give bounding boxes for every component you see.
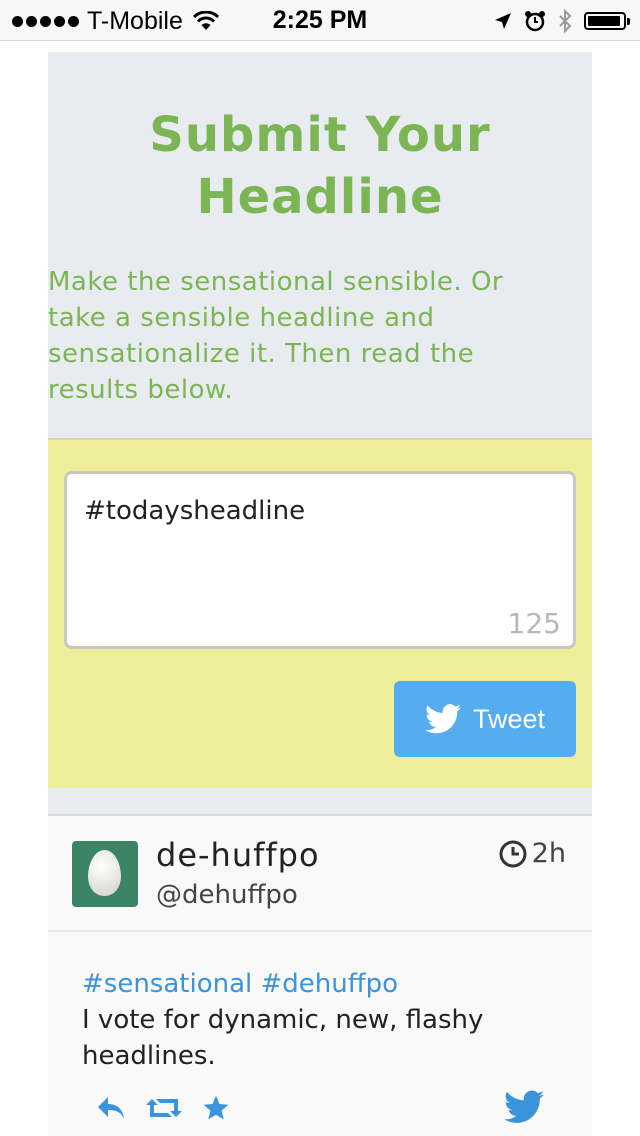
egg-icon [88, 850, 121, 896]
intro-text: Make the sensational sensible. Or take a… [48, 267, 504, 405]
tweet-actions [96, 1094, 230, 1122]
status-right [494, 8, 630, 34]
title-line-1: Submit Your [149, 107, 491, 163]
retweet-icon[interactable] [146, 1095, 182, 1121]
tweet-time: 2h [531, 838, 566, 869]
tweet-hashtags[interactable]: #sensational #dehuffpo [82, 969, 398, 999]
clock-icon [499, 840, 527, 867]
battery-icon [584, 12, 630, 30]
tweet-text: I vote for dynamic, new, flashy headline… [82, 1005, 484, 1071]
status-left: T-Mobile [12, 6, 219, 35]
tweet-header: de-huffpo @dehuffpo 2h [48, 816, 592, 932]
signal-dots-icon [12, 15, 79, 27]
tweet-author-handle[interactable]: @dehuffpo [156, 880, 298, 910]
tweet-button[interactable]: Tweet [394, 681, 576, 757]
compose-panel: #todaysheadline 125 Tweet [48, 438, 592, 788]
tweet-author-name[interactable]: de-huffpo [156, 836, 320, 874]
alarm-icon [525, 11, 545, 32]
reply-icon[interactable] [96, 1095, 126, 1121]
twitter-logo-icon[interactable] [504, 1090, 544, 1124]
tweet-timestamp[interactable]: 2h [498, 838, 566, 869]
avatar[interactable] [72, 841, 138, 907]
favorite-star-icon[interactable] [202, 1094, 230, 1122]
headline-textarea[interactable]: #todaysheadline 125 [64, 471, 576, 649]
char-count: 125 [507, 607, 561, 640]
tweet-button-label: Tweet [472, 703, 546, 734]
bluetooth-icon [559, 9, 572, 33]
status-bar: T-Mobile 2:25 PM [0, 0, 640, 41]
wifi-icon [192, 11, 219, 30]
title-line-2: Headline [196, 169, 444, 225]
location-arrow-icon [495, 13, 511, 29]
tweet-body: #sensational #dehuffpo I vote for dynami… [82, 966, 552, 1074]
header-panel: Submit Your Headline Make the sensationa… [48, 52, 592, 438]
carrier-label: T-Mobile [87, 6, 183, 35]
headline-text: #todaysheadline [84, 496, 306, 526]
page-title: Submit Your Headline [48, 52, 592, 228]
separator [48, 788, 592, 816]
twitter-bird-icon [424, 704, 461, 734]
tweet-card: de-huffpo @dehuffpo 2h #sensational #deh… [48, 816, 592, 1136]
